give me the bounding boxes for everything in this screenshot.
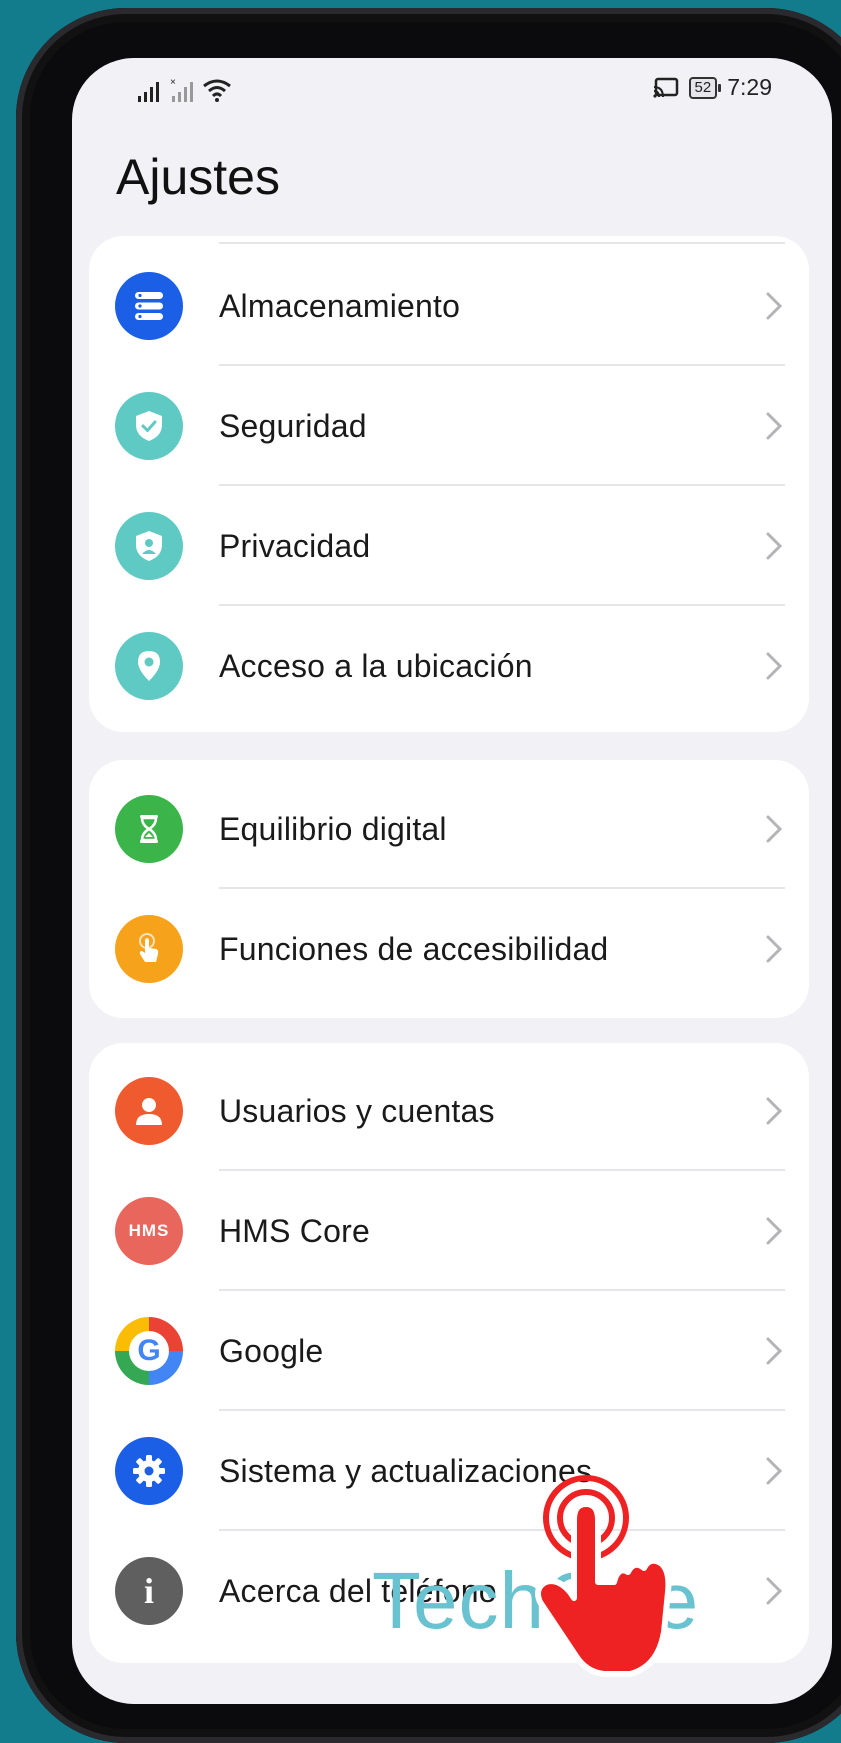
chevron-right-icon [766, 1577, 783, 1605]
settings-item-sistema[interactable]: Sistema y actualizaciones [89, 1411, 809, 1531]
chevron-right-icon [766, 935, 783, 963]
settings-item-privacidad[interactable]: Privacidad [89, 486, 809, 606]
settings-item-label: Google [219, 1333, 324, 1369]
settings-item-equilibrio-digital[interactable]: Equilibrio digital [89, 769, 809, 889]
status-bar: × 52 7:29 [72, 58, 832, 118]
settings-group-2: Equilibrio digital Funciones de accesibi… [89, 760, 809, 1018]
no-sim-signal-icon: × [170, 77, 193, 102]
google-icon: G [115, 1317, 183, 1385]
status-left: × [138, 76, 232, 102]
settings-item-label: HMS Core [219, 1213, 370, 1249]
settings-item-label: Usuarios y cuentas [219, 1093, 495, 1129]
privacy-shield-icon [115, 512, 183, 580]
svg-text:×: × [170, 77, 176, 88]
wifi-icon [203, 79, 231, 102]
signal-icon [138, 82, 159, 102]
chevron-right-icon [766, 1097, 783, 1125]
settings-group-1: Almacenamiento Seguridad Privacidad Acce… [89, 236, 809, 732]
chevron-right-icon [766, 532, 783, 560]
page-title: Ajustes [116, 149, 280, 205]
settings-item-hms-core[interactable]: HMS HMS Core [89, 1171, 809, 1291]
chevron-right-icon [766, 1217, 783, 1245]
google-letter: G [129, 1331, 169, 1371]
status-right: 52 7:29 [652, 74, 772, 101]
settings-item-label: Seguridad [219, 408, 367, 444]
settings-item-ubicacion[interactable]: Acceso a la ubicación [89, 606, 809, 726]
divider [219, 242, 785, 244]
chevron-right-icon [766, 412, 783, 440]
settings-item-label: Acceso a la ubicación [219, 648, 533, 684]
chevron-right-icon [766, 292, 783, 320]
chevron-right-icon [766, 1337, 783, 1365]
clock: 7:29 [727, 74, 772, 100]
info-icon: i [115, 1557, 183, 1625]
settings-item-almacenamiento[interactable]: Almacenamiento [89, 246, 809, 366]
chevron-right-icon [766, 815, 783, 843]
settings-item-label: Almacenamiento [219, 288, 461, 324]
hourglass-icon [115, 795, 183, 863]
settings-item-label: Privacidad [219, 528, 371, 564]
chevron-right-icon [766, 652, 783, 680]
chevron-right-icon [766, 1457, 783, 1485]
screen: × 52 7:29 Ajustes Almacenamiento Segurid… [72, 58, 832, 1704]
settings-item-seguridad[interactable]: Seguridad [89, 366, 809, 486]
hms-icon: HMS [115, 1197, 183, 1265]
gear-icon [115, 1437, 183, 1505]
settings-item-label: Equilibrio digital [219, 811, 447, 847]
settings-item-google[interactable]: G Google [89, 1291, 809, 1411]
cast-icon [652, 77, 678, 98]
settings-item-usuarios-cuentas[interactable]: Usuarios y cuentas [89, 1051, 809, 1171]
phone-frame: × 52 7:29 Ajustes Almacenamiento Segurid… [16, 8, 841, 1743]
tap-hand-pointer-icon [535, 1475, 672, 1677]
settings-item-accesibilidad[interactable]: Funciones de accesibilidad [89, 889, 809, 1009]
shield-check-icon [115, 392, 183, 460]
settings-item-label: Funciones de accesibilidad [219, 931, 609, 967]
battery-indicator: 52 [688, 76, 721, 99]
location-pin-icon [115, 632, 183, 700]
hand-touch-icon [115, 915, 183, 983]
user-icon [115, 1077, 183, 1145]
storage-icon [115, 272, 183, 340]
